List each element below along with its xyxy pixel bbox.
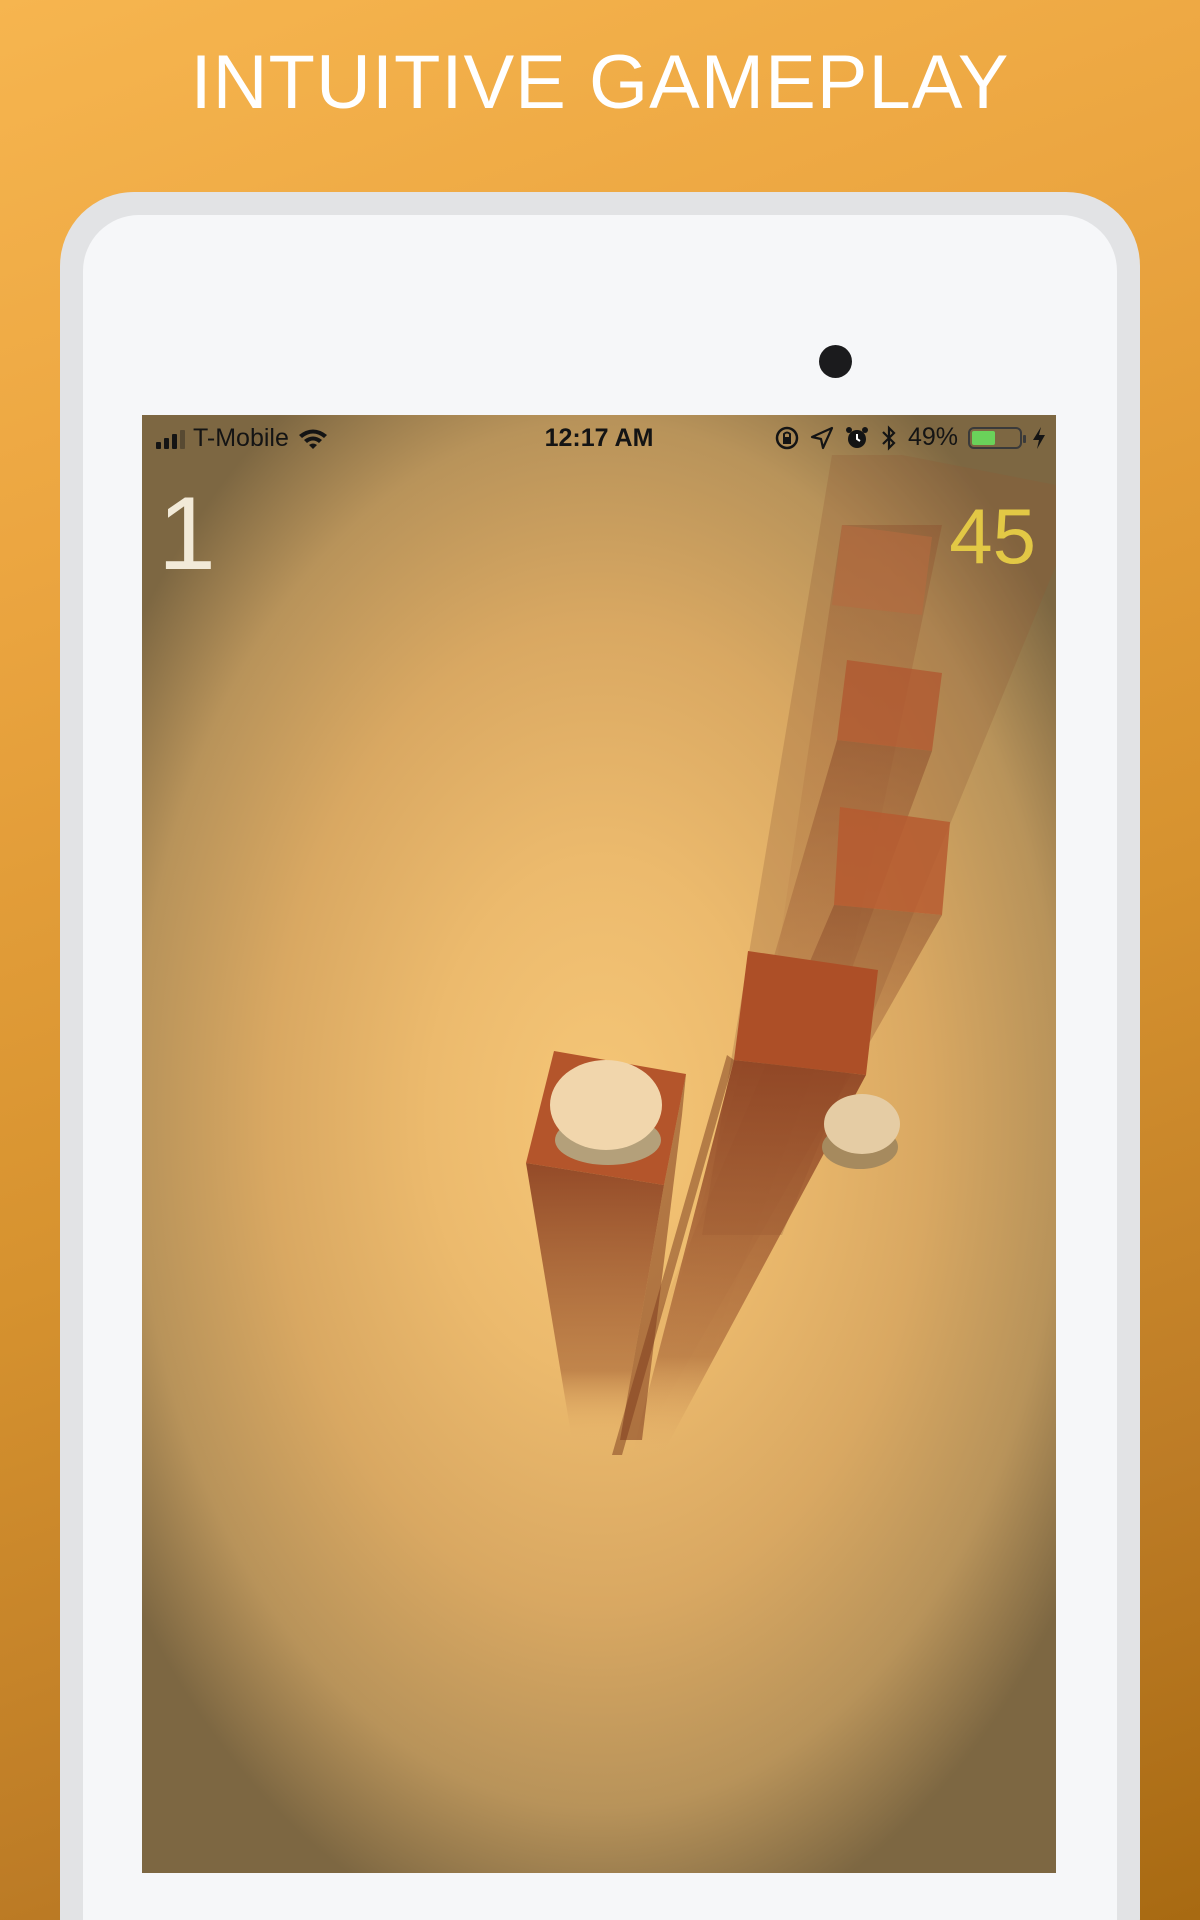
charging-icon	[1033, 426, 1045, 449]
rotation-lock-icon	[775, 426, 799, 449]
alarm-icon	[845, 426, 868, 448]
battery-percent: 49%	[907, 423, 958, 451]
promo-page: INTUITIVE GAMEPLAY T-Mobile 12:17 AM 49%…	[0, 0, 1200, 1920]
location-icon	[810, 426, 834, 449]
game-scene	[526, 455, 1056, 1455]
game-screen[interactable]: T-Mobile 12:17 AM 49% 1 45	[142, 415, 1056, 1873]
status-bar: T-Mobile 12:17 AM 49%	[142, 415, 1056, 459]
camera-icon	[819, 345, 852, 378]
ball-right	[822, 1094, 900, 1169]
score-counter: 45	[949, 492, 1036, 580]
battery-level-fill	[972, 430, 995, 445]
player-ball	[550, 1060, 662, 1165]
battery-icon	[968, 426, 1026, 449]
level-counter: 1	[158, 476, 216, 592]
bluetooth-icon	[882, 424, 896, 451]
page-title: INTUITIVE GAMEPLAY	[190, 40, 1010, 125]
